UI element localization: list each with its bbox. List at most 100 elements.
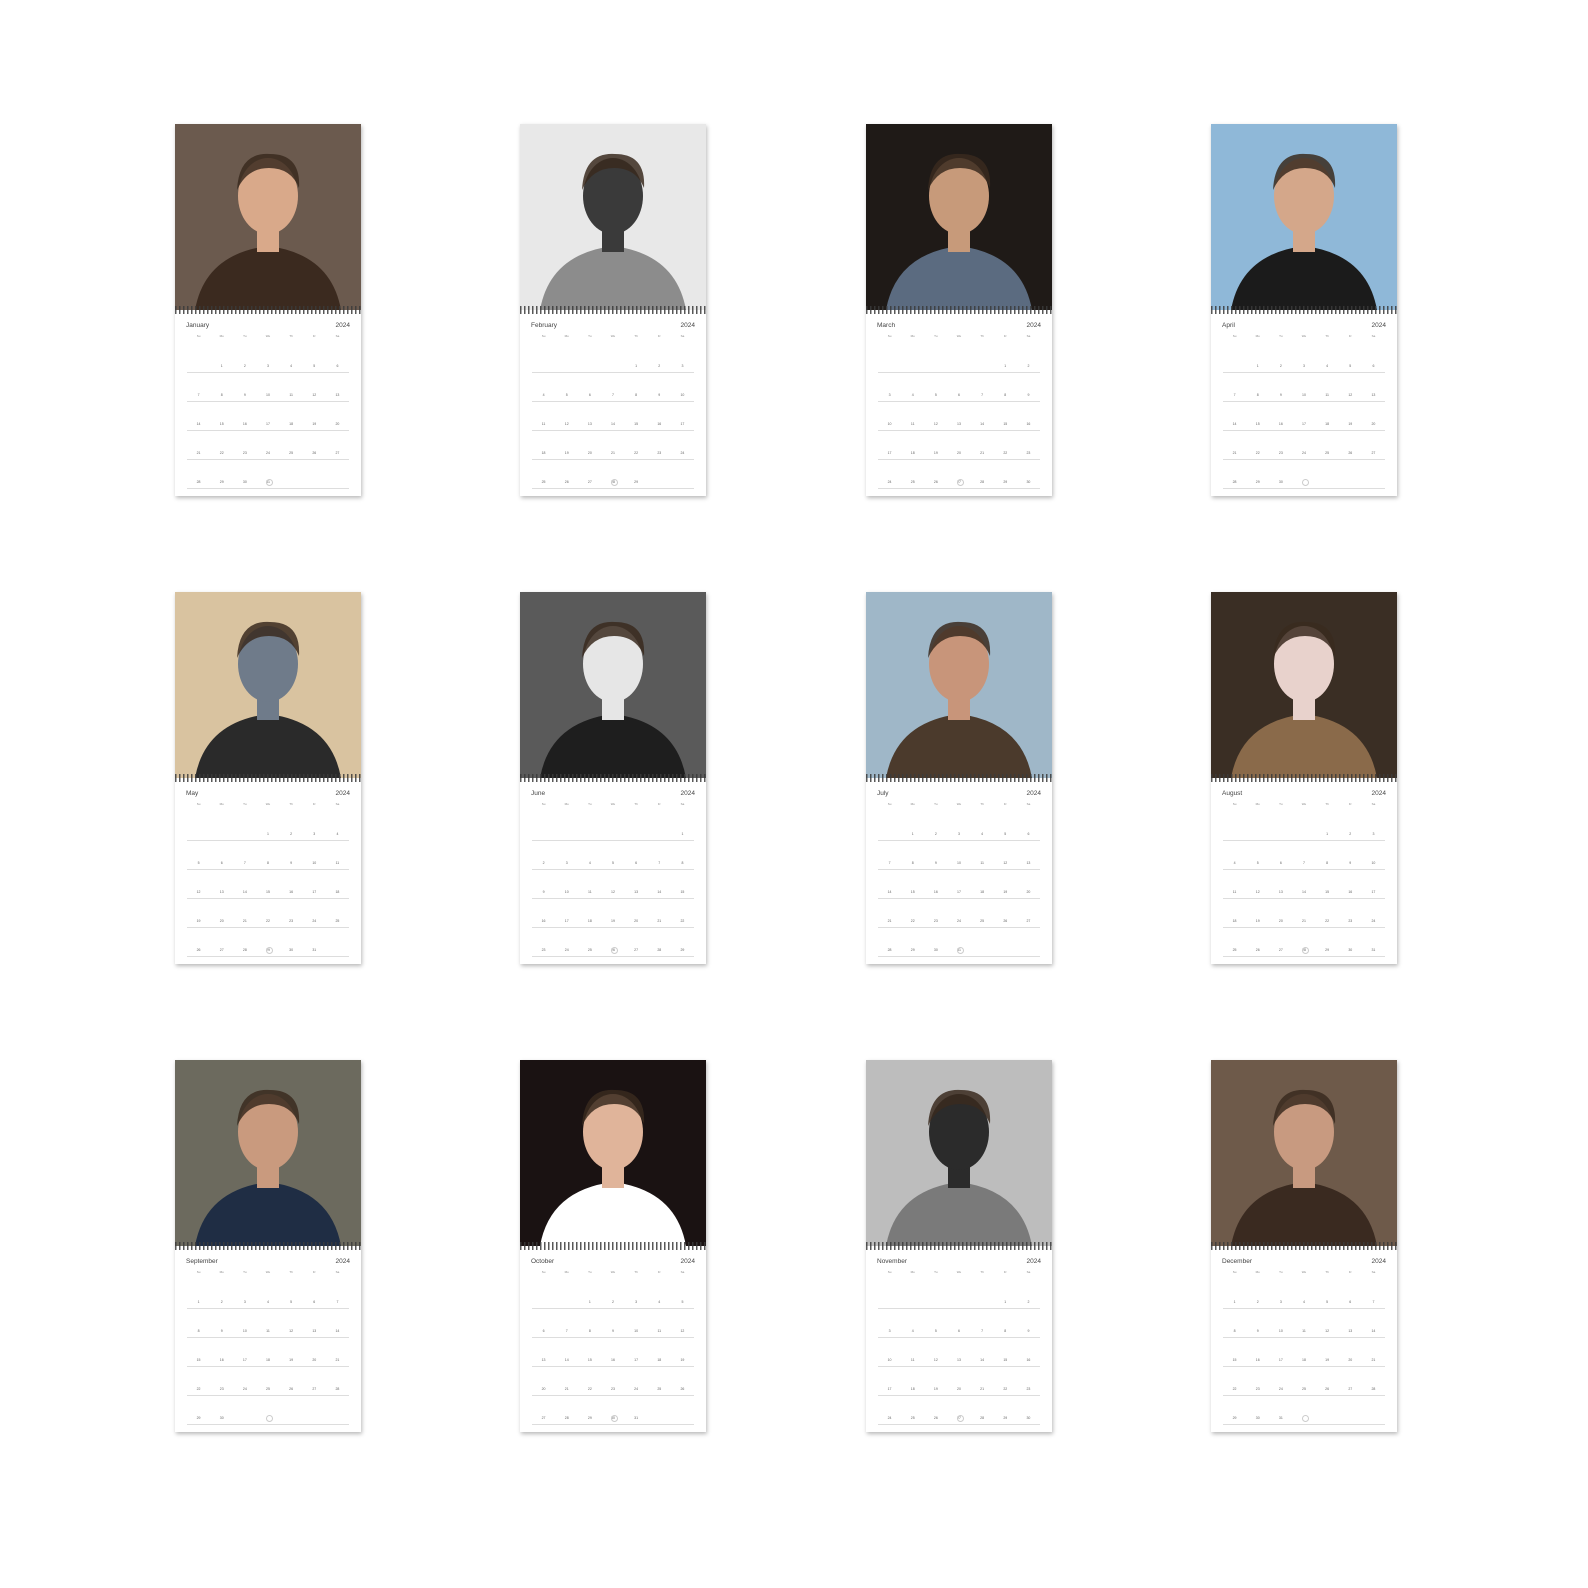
- day-cell[interactable]: 18: [532, 431, 555, 459]
- day-cell[interactable]: 2: [1339, 812, 1362, 840]
- day-cell[interactable]: [555, 1280, 578, 1308]
- day-cell[interactable]: 1: [578, 1280, 601, 1308]
- day-cell[interactable]: 21: [555, 1367, 578, 1395]
- day-cell[interactable]: [878, 812, 901, 840]
- day-cell[interactable]: 5: [924, 1309, 947, 1337]
- day-cell[interactable]: 16: [280, 870, 303, 898]
- day-cell[interactable]: 7: [971, 373, 994, 401]
- day-cell[interactable]: 4: [1292, 1280, 1315, 1308]
- day-cell[interactable]: 25: [578, 928, 601, 956]
- day-cell[interactable]: 17: [878, 431, 901, 459]
- day-cell[interactable]: 2: [1269, 344, 1292, 372]
- day-cell[interactable]: [625, 812, 648, 840]
- day-cell[interactable]: 24: [671, 431, 694, 459]
- day-cell[interactable]: 1: [994, 1280, 1017, 1308]
- day-cell[interactable]: 15: [1246, 402, 1269, 430]
- day-cell[interactable]: 24: [303, 899, 326, 927]
- day-cell[interactable]: 23: [601, 1367, 624, 1395]
- day-cell[interactable]: [578, 812, 601, 840]
- day-cell[interactable]: 22: [994, 431, 1017, 459]
- day-cell[interactable]: 16: [1269, 402, 1292, 430]
- day-cell[interactable]: 11: [971, 841, 994, 869]
- day-cell[interactable]: 17: [1362, 870, 1385, 898]
- day-cell[interactable]: 29: [187, 1396, 210, 1424]
- day-cell[interactable]: 25: [256, 1367, 279, 1395]
- day-cell[interactable]: 9: [601, 1309, 624, 1337]
- day-cell[interactable]: 3: [878, 373, 901, 401]
- day-cell[interactable]: 9: [210, 1309, 233, 1337]
- day-cell[interactable]: [1339, 460, 1362, 488]
- day-cell[interactable]: 19: [994, 870, 1017, 898]
- day-cell[interactable]: 5: [280, 1280, 303, 1308]
- day-cell[interactable]: [1339, 1396, 1362, 1424]
- day-cell[interactable]: 26: [924, 1396, 947, 1424]
- day-cell[interactable]: 29: [1223, 1396, 1246, 1424]
- day-cell[interactable]: 27: [1339, 1367, 1362, 1395]
- day-cell[interactable]: 8: [994, 373, 1017, 401]
- day-cell[interactable]: 28: [648, 928, 671, 956]
- day-cell[interactable]: 22: [578, 1367, 601, 1395]
- day-cell[interactable]: 14: [555, 1338, 578, 1366]
- day-cell[interactable]: 14: [878, 870, 901, 898]
- day-cell[interactable]: [233, 812, 256, 840]
- day-cell[interactable]: 11: [280, 373, 303, 401]
- day-cell[interactable]: [971, 1280, 994, 1308]
- day-cell[interactable]: 30: [1339, 928, 1362, 956]
- day-cell[interactable]: 8: [1246, 373, 1269, 401]
- day-cell[interactable]: 21: [326, 1338, 349, 1366]
- day-cell[interactable]: 26: [924, 460, 947, 488]
- calendar-april[interactable]: April 2024 Su Mo Tu We Th Fr Sa 1 2 3 4 5 6 7 8 9 10 11 12 13…: [1211, 124, 1397, 496]
- day-cell[interactable]: 13: [1362, 373, 1385, 401]
- day-cell[interactable]: [947, 344, 970, 372]
- day-cell[interactable]: 10: [878, 1338, 901, 1366]
- day-cell[interactable]: 12: [280, 1309, 303, 1337]
- day-cell[interactable]: 31: [625, 1396, 648, 1424]
- day-cell[interactable]: 23: [1017, 431, 1040, 459]
- day-cell[interactable]: 30: [1017, 1396, 1040, 1424]
- day-cell[interactable]: 23: [532, 928, 555, 956]
- day-cell[interactable]: 10: [625, 1309, 648, 1337]
- day-cell[interactable]: 16: [1017, 1338, 1040, 1366]
- day-cell[interactable]: 27: [303, 1367, 326, 1395]
- day-cell[interactable]: 23: [280, 899, 303, 927]
- day-cell[interactable]: 19: [187, 899, 210, 927]
- day-cell[interactable]: 23: [924, 899, 947, 927]
- day-cell[interactable]: 28: [1223, 460, 1246, 488]
- calendar-december[interactable]: December 2024 Su Mo Tu We Th Fr Sa 1 2 3 4 5 6 7 8 9 10 11 1…: [1211, 1060, 1397, 1432]
- day-cell[interactable]: 13: [1339, 1309, 1362, 1337]
- day-cell[interactable]: [994, 928, 1017, 956]
- day-cell[interactable]: 18: [648, 1338, 671, 1366]
- day-cell[interactable]: 14: [326, 1309, 349, 1337]
- day-cell[interactable]: [601, 812, 624, 840]
- day-cell[interactable]: 17: [1269, 1338, 1292, 1366]
- day-cell[interactable]: [578, 344, 601, 372]
- day-cell[interactable]: 15: [1223, 1338, 1246, 1366]
- day-cell[interactable]: 10: [1292, 373, 1315, 401]
- day-cell[interactable]: 11: [1292, 1309, 1315, 1337]
- day-cell[interactable]: [648, 1396, 671, 1424]
- day-cell[interactable]: 12: [1246, 870, 1269, 898]
- day-cell[interactable]: 15: [1316, 870, 1339, 898]
- calendar-march[interactable]: March 2024 Su Mo Tu We Th Fr Sa 1 2 3 4 5 6 7 8 9 10 11 12 13…: [866, 124, 1052, 496]
- day-cell[interactable]: 9: [280, 841, 303, 869]
- day-cell[interactable]: 1: [671, 812, 694, 840]
- day-cell[interactable]: 5: [1339, 344, 1362, 372]
- day-cell[interactable]: 23: [1339, 899, 1362, 927]
- day-cell[interactable]: 15: [671, 870, 694, 898]
- day-cell[interactable]: 21: [971, 431, 994, 459]
- day-cell[interactable]: 9: [1017, 373, 1040, 401]
- day-cell[interactable]: 18: [901, 1367, 924, 1395]
- day-cell[interactable]: 31: [303, 928, 326, 956]
- day-cell[interactable]: 6: [625, 841, 648, 869]
- day-cell[interactable]: 27: [1017, 899, 1040, 927]
- day-cell[interactable]: 21: [1362, 1338, 1385, 1366]
- day-cell[interactable]: 3: [1292, 344, 1315, 372]
- day-cell[interactable]: 21: [1223, 431, 1246, 459]
- day-cell[interactable]: 29: [1246, 460, 1269, 488]
- day-cell[interactable]: 7: [601, 373, 624, 401]
- day-cell[interactable]: 11: [901, 402, 924, 430]
- day-cell[interactable]: [326, 1396, 349, 1424]
- day-cell[interactable]: 11: [578, 870, 601, 898]
- day-cell[interactable]: 12: [303, 373, 326, 401]
- calendar-february[interactable]: February 2024 Su Mo Tu We Th Fr Sa 1 2 3 4 5 6 7 8 9 10 11 1…: [520, 124, 706, 496]
